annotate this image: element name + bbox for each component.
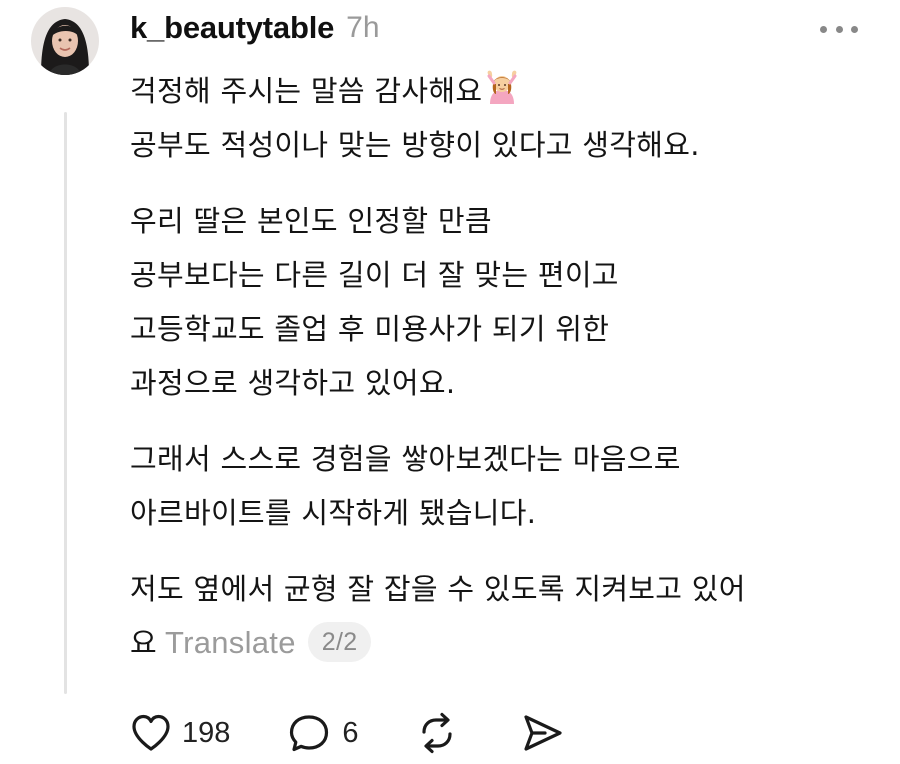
- person-gesturing-ok-emoji: [484, 69, 520, 105]
- page-indicator-badge: 2/2: [307, 622, 372, 662]
- text-line: 우리 딸은 본인도 인정할 만큼: [130, 204, 492, 238]
- comment-bubble-icon: [290, 715, 329, 752]
- avatar[interactable]: [31, 7, 99, 75]
- like-count: 198: [182, 716, 231, 749]
- paragraph: 우리 딸은 본인도 인정할 만큼 공부보다는 다른 길이 더 잘 맞는 편이고 …: [130, 194, 870, 410]
- text-line: 그래서 스스로 경험을 쌓아보겠다는 마음으로: [130, 442, 681, 476]
- post-time: 7h: [346, 11, 380, 44]
- paragraph: 저도 옆에서 균형 잘 잡을 수 있도록 지켜보고 있어 요 Translate 2…: [130, 562, 870, 670]
- text-line: 과정으로 생각하고 있어요.: [130, 366, 456, 400]
- username[interactable]: k_beautytable: [130, 10, 334, 46]
- text-line: 공부보다는 다른 길이 더 잘 맞는 편이고: [130, 258, 619, 292]
- thread-line: [64, 112, 67, 694]
- text-line: 고등학교도 졸업 후 미용사가 되기 위한: [130, 312, 610, 346]
- text-line: 요 Translate 2/2: [130, 616, 870, 670]
- heart-icon: [132, 714, 170, 751]
- post-header: k_beautytable 7h: [130, 6, 380, 50]
- share-button[interactable]: [521, 710, 565, 756]
- repost-button[interactable]: [415, 710, 459, 756]
- text-line: 저도 옆에서 균형 잘 잡을 수 있도록 지켜보고 있어: [130, 572, 746, 606]
- text-line: 아르바이트를 시작하게 됐습니다.: [130, 496, 537, 530]
- paragraph: 걱정해 주시는 말씀 감사해요 공부도 적성이나 맞는 방향이 있다고 생각해요…: [130, 64, 870, 172]
- like-button[interactable]: 198: [130, 710, 230, 756]
- comment-count: 6: [342, 716, 359, 749]
- more-horizontal-icon[interactable]: [820, 24, 858, 34]
- text-line: 공부도 적성이나 맞는 방향이 있다고 생각해요.: [130, 128, 700, 162]
- paragraph: 그래서 스스로 경험을 쌓아보겠다는 마음으로 아르바이트를 시작하게 됐습니다…: [130, 432, 870, 540]
- send-icon: [523, 715, 562, 751]
- thread-post: k_beautytable 7h 걱정해 주시는 말씀 감사해요 공부도 적성이…: [0, 0, 900, 764]
- action-bar: 198 6: [130, 710, 565, 756]
- translate-link[interactable]: Translate: [165, 625, 296, 660]
- repost-icon: [421, 712, 452, 754]
- text-line: 걱정해 주시는 말씀 감사해요: [130, 64, 870, 118]
- post-body: 걱정해 주시는 말씀 감사해요 공부도 적성이나 맞는 방향이 있다고 생각해요…: [130, 64, 870, 692]
- comment-button[interactable]: 6: [288, 710, 359, 756]
